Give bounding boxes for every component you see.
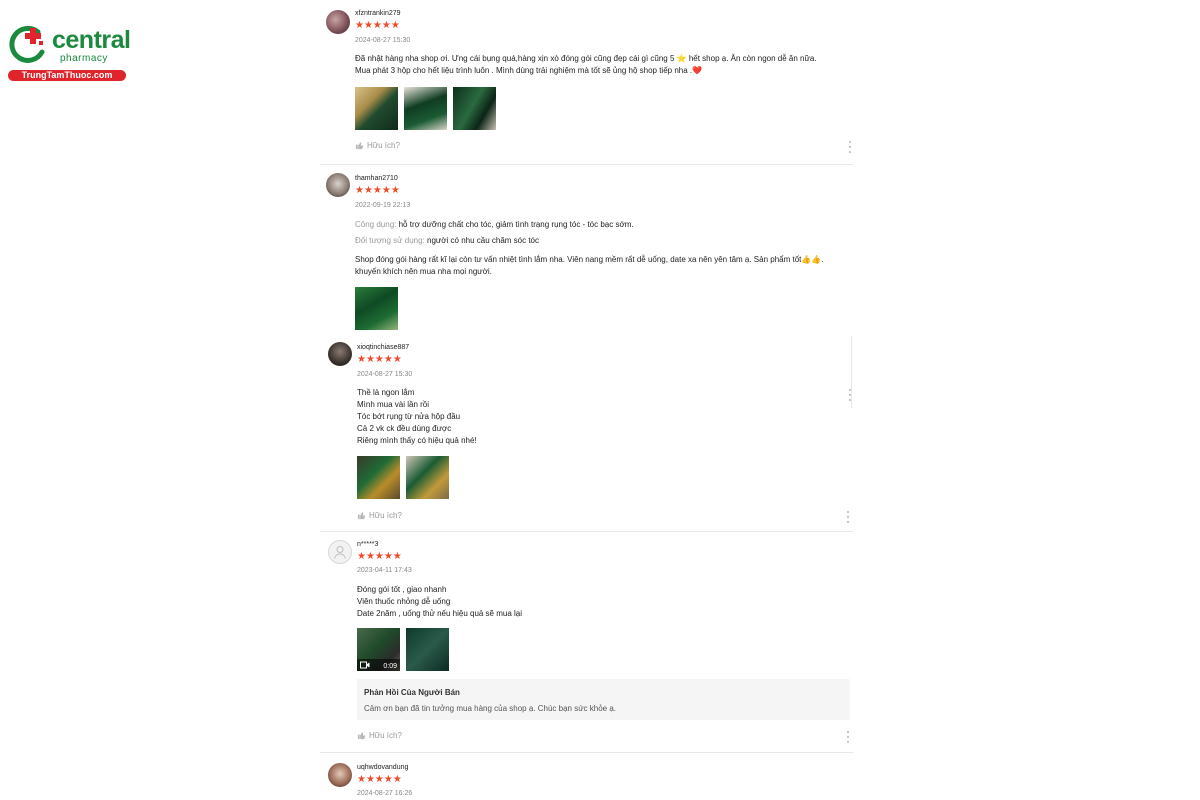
review-media-list xyxy=(355,287,398,330)
review-video-thumbnail[interactable]: 0:09 xyxy=(357,628,400,671)
thumbs-up-icon xyxy=(357,512,366,520)
review-text-line: Date 2năm , uống thử nếu hiệu quả sẽ mua… xyxy=(357,609,523,618)
helpful-button[interactable]: Hữu ích? xyxy=(357,731,402,740)
review-text-line: Đã nhật hàng nha shop ơi. Ưng cái bụng q… xyxy=(355,54,817,63)
avatar[interactable] xyxy=(326,10,350,34)
helpful-label: Hữu ích? xyxy=(369,731,402,740)
review-text: Shop đóng gói hàng rất kĩ lại còn tư vấn… xyxy=(355,254,855,278)
review-text-line: khuyến khích nên mua nha mọi người. xyxy=(355,267,492,276)
video-duration: 0:09 xyxy=(383,663,397,670)
review-text-line: Shop đóng gói hàng rất kĩ lại còn tư vấn… xyxy=(355,255,824,264)
rating-stars: ★★★★★ xyxy=(357,774,402,785)
review-date: 2023-04-11 17:43 xyxy=(357,567,412,574)
rating-stars: ★★★★★ xyxy=(355,185,400,196)
review-date: 2024-08-27 15:30 xyxy=(357,371,413,378)
review-item: thamhan2710 ★★★★★ 2022-09-19 22:13 Công … xyxy=(320,165,853,532)
attribute-key: Đối tượng sử dụng: xyxy=(355,236,425,245)
pharmacy-cross-logo-icon xyxy=(9,25,45,63)
review-text-line: Mình mua vài lần rồi xyxy=(357,400,430,409)
review-item: uqhwdovandung ★★★★★ 2024-08-27 16:26 xyxy=(320,753,853,800)
review-date: 2024-08-27 16:26 xyxy=(357,790,413,797)
logo-brand-name: central xyxy=(52,26,131,54)
thumbs-up-icon xyxy=(355,142,364,150)
review-item: n*****3 ★★★★★ 2023-04-11 17:43 Đóng gói … xyxy=(320,532,853,753)
review-text-line: Mua phát 3 hộp cho hết liệu trình luôn .… xyxy=(355,66,703,75)
review-date: 2022-09-19 22:13 xyxy=(355,202,411,209)
video-camera-icon xyxy=(360,661,370,669)
reviewer-username[interactable]: thamhan2710 xyxy=(355,175,398,182)
review-photo-thumbnail[interactable] xyxy=(355,287,398,330)
logo-url-badge: TrungTamThuoc.com xyxy=(8,70,126,81)
reviewer-username[interactable]: xioqtinchiase887 xyxy=(357,344,409,351)
central-pharmacy-logo[interactable]: central pharmacy TrungTamThuoc.com xyxy=(8,22,131,82)
helpful-button[interactable]: Hữu ích? xyxy=(357,511,402,520)
reviewer-username[interactable]: uqhwdovandung xyxy=(357,764,408,771)
review-media-list: 0:09 xyxy=(357,628,449,671)
review-text-line: Tóc bớt rụng từ nửa hộp đầu xyxy=(357,412,461,421)
review-text: Thề là ngon lắm Mình mua vài lần rồi Tóc… xyxy=(357,387,837,447)
review-text-line: Riêng mình thấy có hiệu quả nhé! xyxy=(357,436,477,445)
reviewer-username[interactable]: xfzntrankin279 xyxy=(355,10,401,17)
logo-brand-sub: pharmacy xyxy=(60,53,108,64)
review-attribute-usage: Công dụng: hỗ trợ dưỡng chất cho tóc, gi… xyxy=(355,220,634,229)
rating-stars: ★★★★★ xyxy=(357,551,402,562)
avatar[interactable] xyxy=(326,173,350,197)
reviewer-username[interactable]: n*****3 xyxy=(357,541,378,548)
helpful-label: Hữu ích? xyxy=(367,141,400,150)
review-item: xfzntrankin279 ★★★★★ 2024-08-27 15:30 Đã… xyxy=(320,0,853,165)
attribute-value: hỗ trợ dưỡng chất cho tóc, giảm tình trạ… xyxy=(398,220,634,229)
more-options-icon[interactable] xyxy=(848,389,852,401)
helpful-button[interactable]: Hữu ích? xyxy=(355,141,400,150)
review-photo-thumbnail[interactable] xyxy=(406,456,449,499)
thumbs-up-icon xyxy=(357,732,366,740)
rating-stars: ★★★★★ xyxy=(357,354,402,365)
review-photo-thumbnail[interactable] xyxy=(355,87,398,130)
more-options-icon[interactable] xyxy=(848,141,852,153)
review-text: Đã nhật hàng nha shop ơi. Ưng cái bụng q… xyxy=(355,53,850,77)
review-text-line: Thề là ngon lắm xyxy=(357,388,415,397)
more-options-icon[interactable] xyxy=(846,511,850,523)
more-options-icon[interactable] xyxy=(846,731,850,743)
review-photo-thumbnail[interactable] xyxy=(453,87,496,130)
review-media-list xyxy=(355,87,496,130)
seller-reply: Phản Hồi Của Người Bán Cảm ơn bạn đã tin… xyxy=(357,679,850,720)
review-date: 2024-08-27 15:30 xyxy=(355,37,411,44)
avatar[interactable] xyxy=(328,342,352,366)
seller-reply-text: Cảm ơn bạn đã tin tưởng mua hàng của sho… xyxy=(364,704,617,713)
review-photo-thumbnail[interactable] xyxy=(357,456,400,499)
review-feed: xfzntrankin279 ★★★★★ 2024-08-27 15:30 Đã… xyxy=(320,0,853,800)
seller-reply-title: Phản Hồi Của Người Bán xyxy=(364,688,460,697)
helpful-label: Hữu ích? xyxy=(369,511,402,520)
review-photo-thumbnail[interactable] xyxy=(404,87,447,130)
review-text: Đóng gói tốt , giao nhanh Viên thuốc nhỏ… xyxy=(357,584,837,620)
default-user-icon xyxy=(334,546,346,559)
review-attribute-audience: Đối tượng sử dụng: người có nhu cầu chăm… xyxy=(355,236,539,245)
review-text-line: Đóng gói tốt , giao nhanh xyxy=(357,585,447,594)
review-text-line: Viên thuốc nhỏng dễ uống xyxy=(357,597,451,606)
review-text-line: Cả 2 vk ck đều dùng được xyxy=(357,424,452,433)
review-photo-thumbnail[interactable] xyxy=(406,628,449,671)
attribute-value: người có nhu cầu chăm sóc tóc xyxy=(427,236,540,245)
rating-stars: ★★★★★ xyxy=(355,20,400,31)
avatar[interactable] xyxy=(328,763,352,787)
attribute-key: Công dụng: xyxy=(355,220,397,229)
avatar[interactable] xyxy=(328,540,352,564)
review-media-list xyxy=(357,456,449,499)
